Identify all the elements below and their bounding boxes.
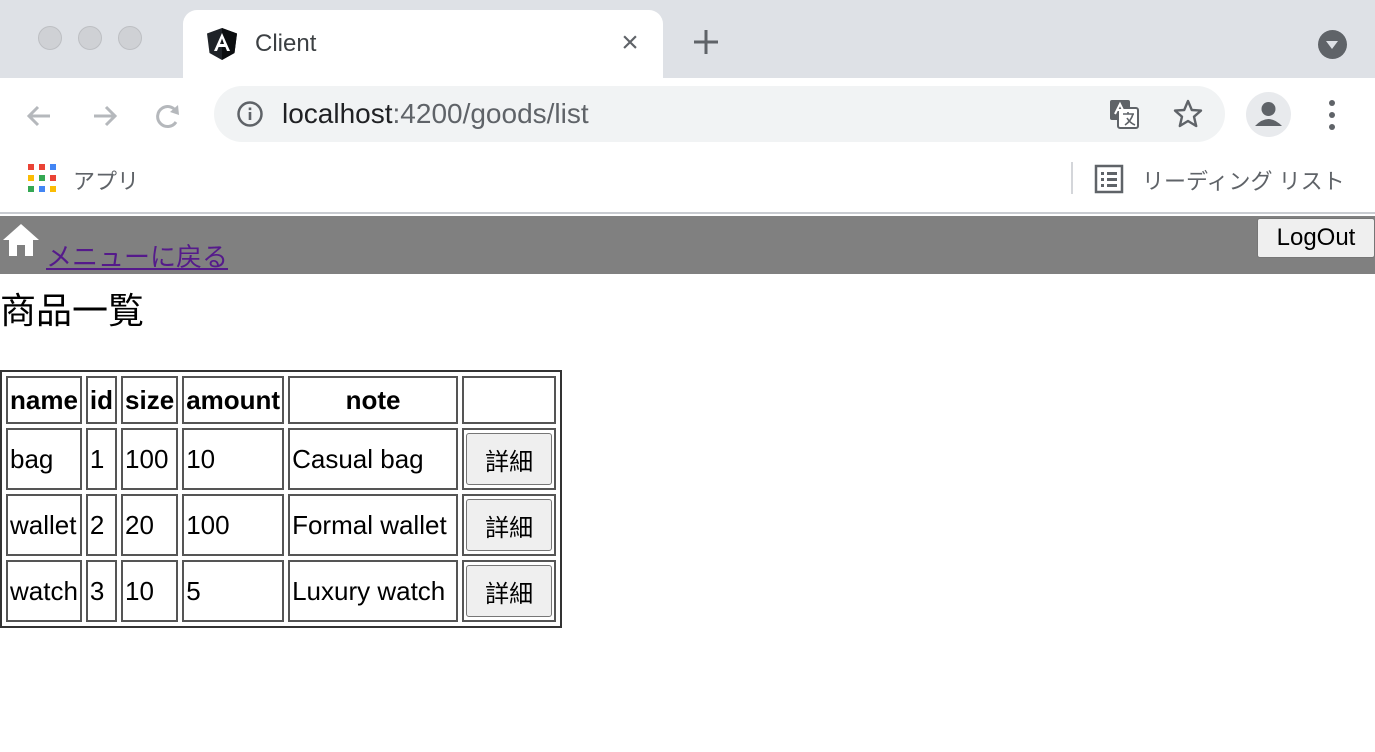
tab-search-icon[interactable] bbox=[1318, 30, 1347, 59]
cell-size: 100 bbox=[121, 428, 179, 490]
back-icon[interactable] bbox=[20, 96, 60, 136]
url-path: :4200/goods/list bbox=[392, 98, 589, 129]
cell-amount: 5 bbox=[182, 560, 285, 622]
new-tab-icon[interactable] bbox=[688, 24, 724, 60]
cell-name: bag bbox=[6, 428, 82, 490]
cell-name: watch bbox=[6, 560, 82, 622]
detail-button[interactable]: 詳細 bbox=[466, 499, 553, 551]
url-host: localhost bbox=[282, 98, 393, 129]
browser-toolbar: localhost:4200/goods/list bbox=[0, 78, 1375, 154]
table-row: wallet 2 20 100 Formal wallet 詳細 bbox=[6, 494, 557, 556]
bookmarks-bar: アプリ リーディング リスト bbox=[0, 154, 1375, 214]
cell-note: Formal wallet bbox=[288, 494, 459, 556]
cell-amount: 100 bbox=[182, 494, 285, 556]
page-title: 商品一覧 bbox=[0, 291, 145, 332]
column-header-note: note bbox=[288, 376, 459, 424]
cell-id: 1 bbox=[85, 428, 118, 490]
table-row: watch 3 10 5 Luxury watch 詳細 bbox=[6, 560, 557, 622]
app-header: メニューに戻る LogOut bbox=[0, 216, 1375, 274]
goods-table: name id size amount note bag 1 100 10 Ca… bbox=[0, 370, 563, 628]
table-row: bag 1 100 10 Casual bag 詳細 bbox=[6, 428, 557, 490]
url-text[interactable]: localhost:4200/goods/list bbox=[282, 98, 589, 130]
cell-note: Casual bag bbox=[288, 428, 459, 490]
cell-id: 2 bbox=[85, 494, 118, 556]
column-header-size: size bbox=[121, 376, 179, 424]
cell-size: 10 bbox=[121, 560, 179, 622]
apps-grid-icon[interactable] bbox=[28, 164, 56, 192]
zoom-window-button[interactable] bbox=[118, 26, 142, 50]
logout-button[interactable]: LogOut bbox=[1257, 218, 1375, 258]
home-icon bbox=[3, 224, 39, 256]
forward-icon[interactable] bbox=[84, 96, 124, 136]
detail-button[interactable]: 詳細 bbox=[466, 565, 553, 617]
tab-strip: Client × bbox=[0, 0, 1375, 78]
bookmarks-divider bbox=[1071, 162, 1073, 194]
column-header-action bbox=[462, 376, 557, 424]
cell-action: 詳細 bbox=[462, 494, 557, 556]
cell-note: Luxury watch bbox=[288, 560, 459, 622]
cell-action: 詳細 bbox=[462, 560, 557, 622]
apps-bookmark[interactable]: アプリ bbox=[73, 164, 139, 196]
column-header-id: id bbox=[85, 376, 118, 424]
kebab-menu-icon[interactable] bbox=[1318, 96, 1346, 134]
info-icon[interactable] bbox=[236, 100, 264, 128]
reload-icon[interactable] bbox=[148, 96, 188, 136]
translate-icon[interactable] bbox=[1108, 98, 1140, 130]
column-header-amount: amount bbox=[182, 376, 285, 424]
cell-action: 詳細 bbox=[462, 428, 557, 490]
cell-size: 20 bbox=[121, 494, 179, 556]
table-header-row: name id size amount note bbox=[6, 376, 557, 424]
tab-close-icon[interactable]: × bbox=[615, 26, 645, 60]
star-icon[interactable] bbox=[1172, 98, 1204, 130]
reading-list-icon[interactable] bbox=[1094, 164, 1124, 194]
profile-icon[interactable] bbox=[1246, 92, 1291, 137]
active-tab[interactable]: Client × bbox=[183, 10, 663, 78]
tab-title: Client bbox=[255, 30, 317, 57]
close-window-button[interactable] bbox=[38, 26, 62, 50]
angular-favicon-icon bbox=[207, 28, 237, 60]
cell-name: wallet bbox=[6, 494, 82, 556]
detail-button[interactable]: 詳細 bbox=[466, 433, 553, 485]
back-to-menu-link[interactable]: メニューに戻る bbox=[46, 237, 228, 274]
column-header-name: name bbox=[6, 376, 82, 424]
address-bar[interactable]: localhost:4200/goods/list bbox=[214, 86, 1225, 142]
minimize-window-button[interactable] bbox=[78, 26, 102, 50]
cell-id: 3 bbox=[85, 560, 118, 622]
reading-list-button[interactable]: リーディング リスト bbox=[1142, 164, 1345, 196]
cell-amount: 10 bbox=[182, 428, 285, 490]
